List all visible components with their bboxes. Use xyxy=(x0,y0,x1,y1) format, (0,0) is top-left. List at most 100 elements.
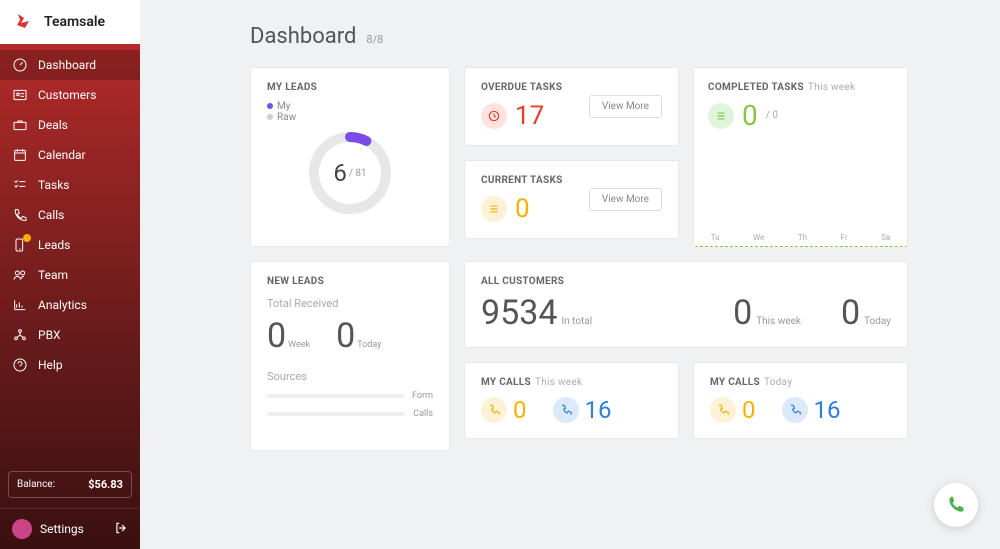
logo-icon xyxy=(12,10,36,34)
day-label: Tu xyxy=(711,233,720,242)
source-label: Form xyxy=(412,391,433,401)
nav-leads[interactable]: Leads xyxy=(0,230,140,260)
card-title: NEW LEADS xyxy=(267,276,433,287)
nav-pbx[interactable]: PBX xyxy=(0,320,140,350)
current-tasks-card: CURRENT TASKS 0 View More xyxy=(464,160,679,239)
nav-customers[interactable]: Customers xyxy=(0,80,140,110)
briefcase-icon xyxy=(12,117,28,133)
progress-bar xyxy=(267,394,404,398)
legend: My Raw xyxy=(267,101,433,123)
completed-total: / 0 xyxy=(766,110,778,121)
source-row: Calls xyxy=(267,409,433,419)
nav-label: Analytics xyxy=(38,298,87,312)
card-subtext: This week xyxy=(808,82,855,93)
nav-label: Dashboard xyxy=(38,58,96,72)
donut-total: / 81 xyxy=(349,168,367,179)
brand-name: Teamsale xyxy=(44,14,105,30)
overdue-value: 17 xyxy=(515,101,544,131)
source-row: Form xyxy=(267,391,433,401)
my-leads-card: MY LEADS My Raw 6/ 81 xyxy=(250,67,450,247)
list-icon xyxy=(481,196,507,222)
nav-dashboard[interactable]: Dashboard xyxy=(0,50,140,80)
customers-today: 0 xyxy=(841,293,860,333)
nav-analytics[interactable]: Analytics xyxy=(0,290,140,320)
customers-total: 9534 xyxy=(481,293,557,333)
today-label: Today xyxy=(357,340,381,350)
nav-calendar[interactable]: Calendar xyxy=(0,140,140,170)
settings-row[interactable]: Settings xyxy=(0,508,140,549)
card-title: MY CALLSToday xyxy=(710,377,891,388)
calls-out-value: 0 xyxy=(513,396,527,424)
page-title-text: Dashboard xyxy=(250,24,356,49)
nav-label: Calls xyxy=(38,208,64,222)
phone-icon xyxy=(12,207,28,223)
view-more-button[interactable]: View More xyxy=(589,95,662,118)
customers-week: 0 xyxy=(733,293,752,333)
nav-team[interactable]: Team xyxy=(0,260,140,290)
balance-pill[interactable]: Balance: $56.83 xyxy=(8,471,132,498)
phone-icon xyxy=(946,495,966,515)
card-subtext: Today xyxy=(764,377,792,388)
nav-label: Team xyxy=(38,268,68,282)
nav-help[interactable]: Help xyxy=(0,350,140,380)
check-list-icon xyxy=(708,103,734,129)
days-axis: Tu We Th Fr Sa xyxy=(694,233,907,242)
week-value: 0 xyxy=(267,316,286,356)
settings-label: Settings xyxy=(40,522,84,536)
card-title: MY LEADS xyxy=(267,82,433,93)
legend-label: Raw xyxy=(277,112,296,123)
nav-label: Tasks xyxy=(38,178,70,192)
card-subtext: This week xyxy=(535,377,582,388)
view-more-button[interactable]: View More xyxy=(589,188,662,211)
customers-week-label: This week xyxy=(756,316,801,327)
customers-total-label: In total xyxy=(561,316,592,327)
completed-tasks-card: COMPLETED TASKSThis week 0 / 0 Tu We Th … xyxy=(693,67,908,247)
week-label: Week xyxy=(288,340,310,350)
network-icon xyxy=(12,327,28,343)
page-title: Dashboard 8/8 xyxy=(250,24,970,49)
sidebar: Dashboard Customers Deals Calendar Tasks… xyxy=(0,44,140,549)
id-card-icon xyxy=(12,87,28,103)
my-calls-week-card: MY CALLSThis week 0 16 xyxy=(464,362,679,439)
nav-label: Help xyxy=(38,358,63,372)
donut-chart: 6/ 81 xyxy=(306,129,394,217)
day-label: Sa xyxy=(881,233,890,242)
overdue-icon xyxy=(481,103,507,129)
page-counter: 8/8 xyxy=(366,33,383,46)
overdue-tasks-card: OVERDUE TASKS 17 View More xyxy=(464,67,679,146)
nav-label: Leads xyxy=(38,238,70,252)
legend-dot-icon xyxy=(267,114,273,120)
badge-dot-icon xyxy=(23,234,31,242)
new-leads-card: NEW LEADS Total Received 0Week 0Today So… xyxy=(250,261,450,451)
progress-bar xyxy=(267,412,405,416)
nav-label: Customers xyxy=(38,88,96,102)
card-title: MY CALLSThis week xyxy=(481,377,662,388)
day-label: Fr xyxy=(841,233,848,242)
main: Dashboard 8/8 MY LEADS My Raw 6/ 81 xyxy=(140,0,1000,549)
card-title: CURRENT TASKS xyxy=(481,175,563,186)
nav-calls[interactable]: Calls xyxy=(0,200,140,230)
all-customers-card: ALL CUSTOMERS 9534In total 0This week 0T… xyxy=(464,261,908,348)
day-label: Th xyxy=(798,233,807,242)
team-icon xyxy=(12,267,28,283)
card-title: OVERDUE TASKS xyxy=(481,82,562,93)
calls-in-value: 16 xyxy=(585,396,612,424)
leads-icon xyxy=(12,237,28,253)
nav-tasks[interactable]: Tasks xyxy=(0,170,140,200)
customers-today-label: Today xyxy=(864,316,891,327)
today-value: 0 xyxy=(336,316,355,356)
source-label: Calls xyxy=(413,409,433,419)
nav-deals[interactable]: Deals xyxy=(0,110,140,140)
call-fab[interactable] xyxy=(934,483,978,527)
current-value: 0 xyxy=(515,194,530,224)
call-out-icon xyxy=(481,397,507,423)
gauge-icon xyxy=(12,57,28,73)
help-icon xyxy=(12,357,28,373)
legend-label: My xyxy=(277,101,290,112)
sources-label: Sources xyxy=(267,370,433,383)
logout-icon[interactable] xyxy=(114,521,128,538)
received-label: Total Received xyxy=(267,297,433,310)
call-in-icon xyxy=(782,397,808,423)
logo-bar: Teamsale xyxy=(0,0,140,44)
donut-value: 6 xyxy=(333,159,347,187)
